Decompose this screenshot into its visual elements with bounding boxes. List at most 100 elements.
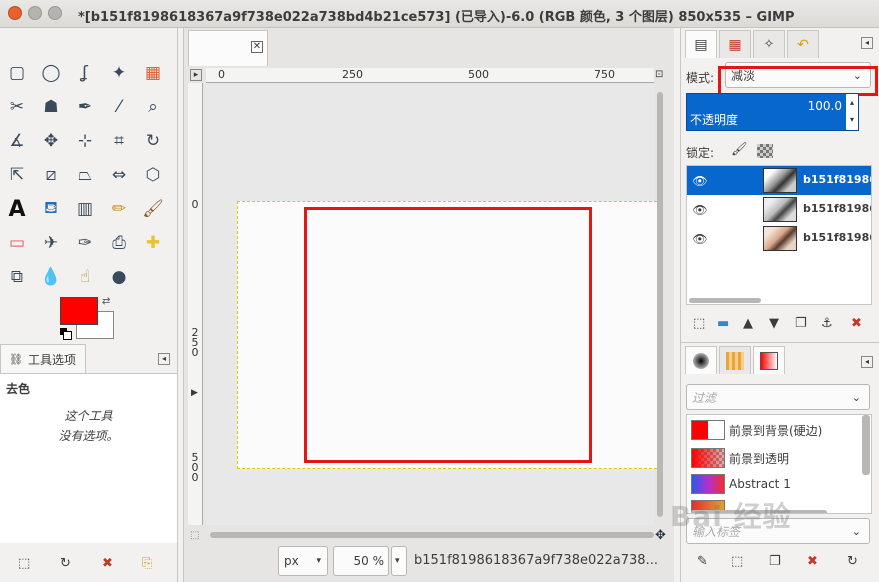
vertical-ruler[interactable]: 0 2 5 0 5 0 0 ▶ (188, 83, 203, 525)
tool-ink-icon[interactable]: ✑ (73, 231, 97, 255)
tool-blur-icon[interactable]: 💧 (39, 265, 63, 289)
new-layer-group-icon[interactable]: ▬ (717, 316, 729, 331)
gradients-scroll-thumb[interactable] (862, 415, 870, 475)
tab-undo[interactable]: ↶ (787, 30, 819, 58)
canvas-area[interactable] (205, 84, 662, 525)
zoom-dropdown[interactable]: ▾ (391, 546, 407, 576)
vertical-scrollbar[interactable] (655, 84, 665, 525)
lower-layer-icon[interactable]: ▼ (769, 316, 779, 331)
tool-scale-icon[interactable]: ⇱ (5, 163, 29, 187)
tool-ellipse-select-icon[interactable]: ◯ (39, 61, 63, 85)
tool-airbrush-icon[interactable]: ✈ (39, 231, 63, 255)
raise-layer-icon[interactable]: ▲ (743, 316, 753, 331)
tool-free-select-icon[interactable]: ʆ (73, 61, 97, 85)
tool-shear-icon[interactable]: ⧄ (39, 163, 63, 187)
gradient-item[interactable]: 前景到背景(硬边) (687, 417, 871, 443)
opacity-slider[interactable]: 不透明度 100.0 ▴ ▾ (686, 93, 859, 131)
delete-layer-icon[interactable]: ✖ (851, 316, 862, 331)
delete-options-icon[interactable]: ✖ (102, 556, 113, 571)
eye-icon[interactable]: 👁 (687, 203, 713, 217)
tool-eraser-icon[interactable]: ▭ (5, 231, 29, 255)
filter-input[interactable]: 过滤 ⌄ (686, 384, 870, 410)
selection-toggle-icon[interactable]: ⬚ (190, 530, 199, 541)
duplicate-layer-icon[interactable]: ❐ (795, 316, 807, 331)
gradient-item[interactable]: Abstract 1 (687, 471, 871, 497)
tool-paintbrush-icon[interactable]: 🖌 (141, 197, 165, 221)
unit-select[interactable]: px ▾ (278, 546, 328, 576)
tool-color-select-icon[interactable]: ▦ (141, 61, 165, 85)
layer-row[interactable]: 👁 b151f81986 (687, 195, 871, 224)
quick-mask-menu-icon[interactable]: ▸ (190, 69, 202, 81)
opacity-spinner[interactable]: ▴ ▾ (846, 94, 858, 130)
refresh-gradients-icon[interactable]: ↻ (847, 554, 858, 569)
tool-rotate-icon[interactable]: ↻ (141, 129, 165, 153)
reset-colors-icon[interactable] (60, 328, 72, 340)
tool-pencil-icon[interactable]: ✏ (107, 197, 131, 221)
minimize-window-button[interactable] (28, 6, 42, 20)
reset-options-icon[interactable]: ⎘ (142, 556, 152, 571)
tool-perspective-icon[interactable]: ⏢ (73, 163, 97, 187)
tool-smudge-icon[interactable]: ☝ (73, 265, 97, 289)
duplicate-gradient-icon[interactable]: ❐ (769, 554, 781, 569)
tool-zoom-icon[interactable]: ⌕ (141, 95, 165, 119)
eye-icon[interactable]: 👁 (687, 232, 713, 246)
navigate-icon[interactable]: ✥ (655, 528, 666, 543)
tool-flip-icon[interactable]: ⇔ (107, 163, 131, 187)
lock-alpha-icon[interactable] (757, 144, 773, 158)
zoom-field[interactable]: 50 % (333, 546, 389, 576)
tab-paths[interactable]: ✧ (753, 30, 785, 58)
configure-tab-icon[interactable]: ◂ (158, 353, 170, 365)
tool-dodge-burn-icon[interactable]: ● (107, 265, 131, 289)
tab-patterns[interactable] (719, 346, 751, 374)
maximize-window-button[interactable] (48, 6, 62, 20)
tool-perspective-clone-icon[interactable]: ⧉ (5, 265, 29, 289)
tab-gradients[interactable] (753, 346, 785, 374)
tool-foreground-select-icon[interactable]: ☗ (39, 95, 63, 119)
close-tab-icon[interactable]: ✕ (251, 41, 263, 53)
tool-measure-icon[interactable]: ∡ (5, 129, 29, 153)
zoom-nav-icon[interactable]: ⊡ (655, 69, 663, 80)
tool-text-icon[interactable]: A (5, 197, 29, 222)
restore-options-icon[interactable]: ↻ (60, 556, 71, 571)
tool-move-icon[interactable]: ✥ (39, 129, 63, 153)
layer-row[interactable]: 👁 b151f81986 (687, 224, 871, 253)
new-layer-icon[interactable]: ⬚ (693, 316, 705, 331)
image-tab[interactable]: ✕ (188, 30, 268, 66)
configure-dock2-icon[interactable]: ◂ (861, 356, 873, 368)
configure-dock-icon[interactable]: ◂ (861, 37, 873, 49)
unit-value: px (284, 554, 299, 568)
tab-brushes[interactable] (685, 346, 717, 374)
foreground-color-swatch[interactable] (60, 297, 98, 325)
tool-align-icon[interactable]: ⊹ (73, 129, 97, 153)
tool-scissors-icon[interactable]: ✂ (5, 95, 29, 119)
layer-row[interactable]: 👁 b151f81986 (687, 166, 871, 195)
tab-channels[interactable]: ▦ (719, 30, 751, 58)
horizontal-scroll-thumb[interactable] (210, 532, 654, 538)
layers-horizontal-scrollbar[interactable] (689, 298, 761, 303)
horizontal-ruler[interactable]: 0 250 500 750 (206, 68, 654, 83)
delete-gradient-icon[interactable]: ✖ (807, 554, 818, 569)
tool-heal-icon[interactable]: ✚ (141, 231, 165, 255)
tool-paths-icon[interactable]: ✒ (73, 95, 97, 119)
tab-layers[interactable]: ▤ (685, 30, 717, 58)
swap-colors-icon[interactable]: ⇄ (102, 296, 110, 307)
tool-crop-icon[interactable]: ⌗ (107, 129, 131, 153)
gradient-item[interactable]: 前景到透明 (687, 445, 871, 471)
save-options-icon[interactable]: ⬚ (18, 556, 30, 571)
eye-icon[interactable]: 👁 (687, 174, 713, 188)
tool-clone-icon[interactable]: ⎙ (107, 231, 131, 255)
new-gradient-icon[interactable]: ⬚ (731, 554, 743, 569)
lock-pixels-icon[interactable]: 🖌 (731, 142, 748, 157)
tool-fuzzy-select-icon[interactable]: ✦ (107, 61, 131, 85)
anchor-layer-icon[interactable]: ⚓ (821, 316, 833, 331)
tool-rect-select-icon[interactable]: ▢ (5, 61, 29, 85)
close-window-button[interactable] (8, 6, 22, 20)
edit-gradient-icon[interactable]: ✎ (697, 554, 708, 569)
tool-color-picker-icon[interactable]: ⁄ (107, 95, 131, 119)
vertical-scroll-thumb[interactable] (657, 92, 663, 517)
tool-cage-icon[interactable]: ⬡ (141, 163, 165, 187)
image-canvas[interactable] (237, 201, 662, 469)
tab-tool-options[interactable]: ⛓ 工具选项 (0, 344, 86, 374)
tool-blend-icon[interactable]: ▥ (73, 197, 97, 221)
tool-bucket-fill-icon[interactable]: ⛾ (39, 197, 63, 221)
